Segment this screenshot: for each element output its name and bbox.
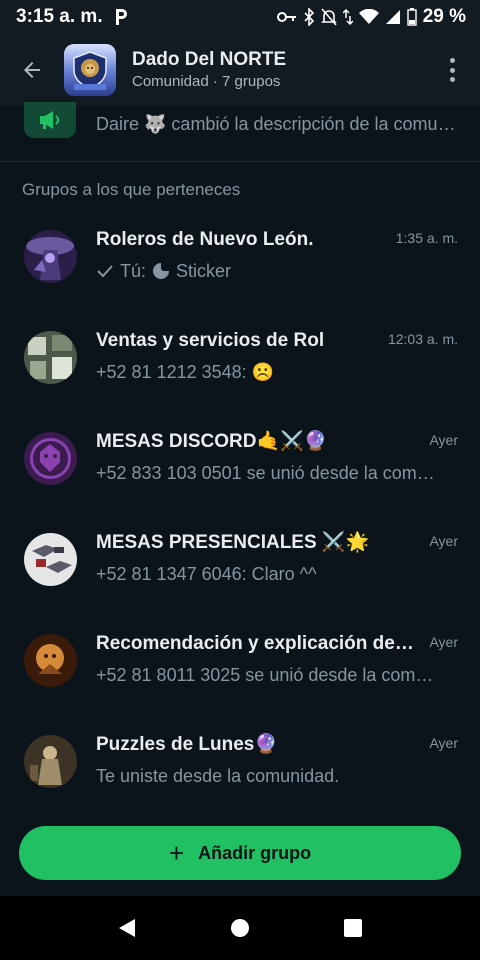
status-left: 3:15 a. m. <box>16 6 129 28</box>
group-avatar <box>24 331 77 384</box>
group-avatar <box>24 230 77 283</box>
group-last-message: +52 81 1347 6046: Claro ^^ <box>96 562 441 586</box>
group-name: MESAS PRESENCIALES ⚔️🌟 <box>96 532 370 553</box>
list-item[interactable]: Ventas y servicios de Rol 12:03 a. m. +5… <box>0 307 480 408</box>
group-avatar <box>24 533 77 586</box>
data-arrows-icon <box>342 8 353 26</box>
square-recents-icon <box>344 919 363 937</box>
app-bar: Dado Del NORTE Comunidad · 7 grupos <box>0 34 480 106</box>
list-item[interactable]: MESAS PRESENCIALES ⚔️🌟 Ayer +52 81 1347 … <box>0 509 480 610</box>
more-vert-icon <box>449 58 455 63</box>
group-time: Ayer <box>429 634 458 650</box>
list-item[interactable]: Recomendación y explicación de reglas Ay… <box>0 610 480 711</box>
group-last-message: +52 833 103 0501 se unió desde la comuni… <box>96 461 441 485</box>
group-last-message: Te uniste desde la comunidad. <box>96 764 441 788</box>
list-item[interactable]: Roleros de Nuevo León. 1:35 a. m. Tú: St… <box>0 206 480 307</box>
message-text: Te uniste desde la comunidad. <box>96 766 340 786</box>
group-last-message: Tú: Sticker <box>96 259 441 283</box>
battery-level: 29 % <box>422 6 466 27</box>
message-text: +52 833 103 0501 se unió desde la comuni… <box>96 463 441 483</box>
back-button[interactable] <box>12 50 52 90</box>
status-bar: 3:15 a. m. 29 % <box>0 0 480 34</box>
mute-bell-icon <box>320 8 337 26</box>
group-name: Recomendación y explicación de reglas <box>96 633 416 654</box>
group-time: 1:35 a. m. <box>395 230 458 246</box>
lion-logo-icon <box>73 51 107 90</box>
message-prefix: Tú: <box>120 261 147 281</box>
triangle-back-icon <box>118 919 135 937</box>
message-text: +52 81 1212 3548: ☹️ <box>96 362 275 382</box>
community-subtitle: Comunidad · 7 grupos <box>132 73 281 90</box>
message-text: Sticker <box>176 261 232 281</box>
message-text: +52 81 1347 6046: Claro ^^ <box>96 564 317 584</box>
group-avatar <box>24 634 77 687</box>
group-name: Roleros de Nuevo León. <box>96 229 314 250</box>
section-title: Grupos a los que perteneces <box>22 180 241 199</box>
group-time: 12:03 a. m. <box>387 331 458 347</box>
title-block[interactable]: Dado Del NORTE Comunidad · 7 grupos <box>132 48 286 92</box>
group-time: Ayer <box>429 432 458 448</box>
community-avatar[interactable] <box>64 44 116 96</box>
list-item[interactable]: Puzzles de Lunes🔮 Ayer Te uniste desde l… <box>0 711 480 812</box>
group-avatar <box>24 432 77 485</box>
group-last-message: +52 81 1212 3548: ☹️ <box>96 360 441 384</box>
parking-app-icon <box>113 8 129 26</box>
announcements-row[interactable]: Daire 🐺 cambió la descripción de la comu… <box>0 102 480 162</box>
nav-back-button[interactable] <box>105 906 149 950</box>
status-right: 29 % <box>276 6 466 28</box>
group-last-message: +52 81 8011 3025 se unió desde la comuni… <box>96 663 441 687</box>
nav-home-button[interactable] <box>218 906 262 950</box>
bluetooth-icon <box>303 8 315 26</box>
arrow-left-icon <box>24 62 40 78</box>
group-list: Roleros de Nuevo León. 1:35 a. m. Tú: St… <box>0 206 480 812</box>
sticker-icon <box>153 263 170 279</box>
group-time: Ayer <box>429 735 458 751</box>
divider <box>0 161 480 162</box>
megaphone-icon <box>24 102 76 138</box>
signal-icon <box>385 9 401 25</box>
screen: 3:15 a. m. 29 % Dado Del NORTE Comunidad… <box>0 0 480 960</box>
announcement-text: Daire 🐺 cambió la descripción de la comu… <box>96 114 456 134</box>
nav-recents-button[interactable] <box>331 906 375 950</box>
list-item[interactable]: MESAS DISCORD🤙⚔️🔮 Ayer +52 833 103 0501 … <box>0 408 480 509</box>
group-avatar <box>24 735 77 788</box>
plus-icon: + <box>168 838 185 868</box>
group-name: Ventas y servicios de Rol <box>96 330 325 351</box>
status-time: 3:15 a. m. <box>16 6 103 27</box>
more-options-button[interactable] <box>440 54 464 86</box>
group-name: Puzzles de Lunes🔮 <box>96 734 279 755</box>
community-title: Dado Del NORTE <box>132 49 287 70</box>
message-text: +52 81 8011 3025 se unió desde la comuni… <box>96 665 441 685</box>
add-group-label: Añadir grupo <box>198 842 312 863</box>
system-nav-bar <box>0 896 480 960</box>
add-group-button[interactable]: + Añadir grupo <box>19 826 461 880</box>
battery-icon <box>406 8 417 26</box>
wifi-icon <box>358 9 379 25</box>
group-name: MESAS DISCORD🤙⚔️🔮 <box>96 431 328 452</box>
single-check-icon <box>97 265 113 278</box>
group-time: Ayer <box>429 533 458 549</box>
circle-home-icon <box>230 919 249 937</box>
vpn-key-icon <box>276 10 297 24</box>
